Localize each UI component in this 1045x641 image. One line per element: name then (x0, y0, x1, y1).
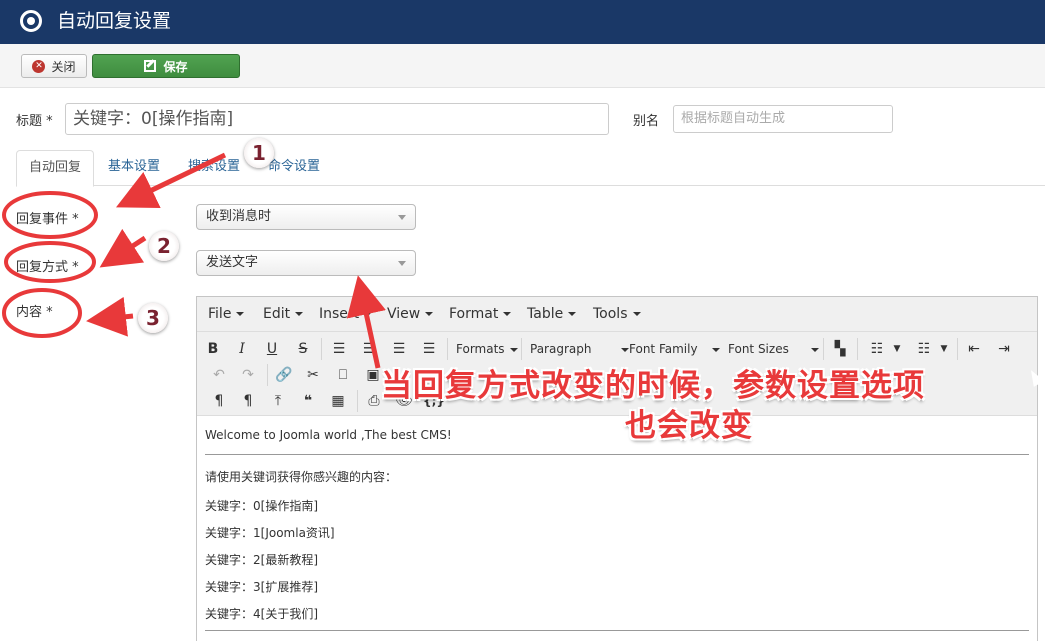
menu-file[interactable]: File (208, 306, 244, 322)
reply-mode-value: 发送文字 (206, 255, 259, 270)
font-family-label: Font Family (629, 342, 698, 356)
editor-content[interactable]: Welcome to Joomla world ,The best CMS! 请… (197, 415, 1037, 641)
chevron-down-icon (398, 261, 406, 266)
paragraph-dropdown[interactable]: Paragraph (530, 339, 630, 359)
title-label: 标题 * (16, 114, 53, 129)
chevron-down-icon (711, 347, 720, 352)
annotation-badge-3: 3 (138, 303, 168, 333)
reply-mode-select[interactable]: 发送文字 (196, 250, 416, 276)
content-label: 内容 * (16, 305, 53, 320)
redo-icon[interactable]: ↷ (236, 365, 260, 385)
toolbar-divider (447, 338, 448, 360)
action-toolbar: ✕ 关闭 保存 (0, 44, 1045, 88)
strikethrough-icon[interactable]: S (291, 339, 315, 359)
chevron-down-icon[interactable]: ▼ (932, 339, 956, 359)
divider (205, 630, 1029, 631)
chevron-down-icon (509, 347, 518, 352)
undo-icon[interactable]: ↶ (207, 365, 231, 385)
keyword-line: 关键字：0[操作指南] (205, 499, 318, 513)
keyword-line: 关键字：3[扩展推荐] (205, 580, 318, 594)
find-replace-icon[interactable]: ▚ (828, 339, 852, 359)
settings-tabs: 自动回复 基本设置 搜索设置 命令设置 (16, 150, 1045, 187)
menu-table[interactable]: Table (527, 306, 576, 322)
italic-icon[interactable]: I (230, 339, 254, 359)
paragraph-label: Paragraph (530, 342, 592, 356)
show-blocks-icon[interactable]: ¶ (236, 391, 260, 411)
toolbar-divider (357, 390, 358, 412)
align-left-icon[interactable]: ☰ (327, 339, 351, 359)
unlink-icon[interactable]: ✂ (301, 365, 325, 385)
menu-format[interactable]: Format (449, 306, 511, 322)
editor-toolbar-row-1: B I U S ☰ ☰ ☰ ☰ Formats Paragraph Font F… (197, 336, 1037, 362)
prompt-text: 请使用关键词获得你感兴趣的内容： (205, 470, 398, 484)
page-title: 自动回复设置 (57, 10, 172, 32)
chevron-down-icon (398, 215, 406, 220)
bookmark-icon[interactable]: ⎕ (331, 365, 355, 385)
font-sizes-label: Font Sizes (728, 342, 789, 356)
toolbar-divider (857, 338, 858, 360)
menu-edit[interactable]: Edit (263, 306, 303, 322)
joomla-target-icon (20, 10, 42, 32)
align-justify-icon[interactable]: ☰ (417, 339, 441, 359)
toolbar-divider (823, 338, 824, 360)
chevron-down-icon[interactable]: ▼ (885, 339, 909, 359)
link-icon[interactable]: 🔗 (272, 365, 296, 385)
toolbar-divider (521, 338, 522, 360)
rich-text-editor: File Edit Insert View Format Table Tools… (196, 296, 1038, 641)
alias-input[interactable]: 根据标题自动生成 (673, 105, 893, 133)
save-label: 保存 (163, 59, 188, 74)
chevron-down-icon (810, 347, 819, 352)
font-family-dropdown[interactable]: Font Family (629, 339, 720, 359)
menu-tools[interactable]: Tools (593, 306, 641, 322)
reply-event-select[interactable]: 收到消息时 (196, 204, 416, 230)
close-label: 关闭 (51, 59, 76, 74)
bold-icon[interactable]: B (201, 339, 225, 359)
underline-icon[interactable]: U (260, 339, 284, 359)
formats-dropdown[interactable]: Formats (456, 339, 518, 359)
paragraph-mark-icon[interactable]: ¶ (207, 391, 231, 411)
reply-event-value: 收到消息时 (206, 209, 272, 224)
pagebreak-icon[interactable]: ▦ (326, 391, 350, 411)
save-button[interactable]: 保存 (92, 54, 240, 78)
reply-mode-label: 回复方式 * (16, 260, 79, 275)
align-right-icon[interactable]: ☰ (387, 339, 411, 359)
keyword-line: 关键字：4[关于我们] (205, 607, 318, 621)
align-center-icon[interactable]: ☰ (357, 339, 381, 359)
close-button[interactable]: ✕ 关闭 (21, 54, 87, 78)
annotation-caption-line-2: 也会改变 (625, 408, 753, 444)
menu-view[interactable]: View (387, 306, 433, 322)
keyword-line: 关键字：2[最新教程] (205, 553, 318, 567)
edit-icon (144, 60, 157, 72)
arrow-2 (99, 228, 147, 268)
toolbar-divider (267, 364, 268, 386)
annotation-caption-line-1: 当回复方式改变的时候，参数设置选项 (381, 368, 925, 404)
outdent-icon[interactable]: ⇤ (962, 339, 986, 359)
font-sizes-dropdown[interactable]: Font Sizes (728, 339, 819, 359)
tab-basic-settings[interactable]: 基本设置 (96, 150, 172, 186)
editor-menubar: File Edit Insert View Format Table Tools (197, 297, 1037, 332)
alias-label: 别名 (633, 114, 660, 129)
intro-text: Welcome to Joomla world ,The best CMS! (205, 428, 452, 442)
tab-search-settings[interactable]: 搜索设置 (176, 150, 252, 186)
indent-icon[interactable]: ⇥ (992, 339, 1016, 359)
reply-event-label: 回复事件 * (16, 212, 79, 227)
tab-auto-reply[interactable]: 自动回复 (16, 150, 95, 187)
keyword-line: 关键字：1[Joomla资讯] (205, 526, 335, 540)
arrow-3 (86, 296, 134, 337)
annotation-badge-1: 1 (244, 138, 274, 168)
divider (205, 454, 1029, 455)
toolbar-divider (321, 338, 322, 360)
menu-insert[interactable]: Insert (319, 306, 372, 322)
title-input[interactable]: 关键字：0[操作指南] (65, 103, 609, 135)
insert-icon[interactable]: ⤒ (266, 391, 290, 411)
annotation-badge-2: 2 (149, 231, 179, 261)
formats-label: Formats (456, 342, 505, 356)
close-icon: ✕ (32, 59, 46, 73)
app-header: 自动回复设置 (0, 0, 1045, 44)
toolbar-divider (957, 338, 958, 360)
blockquote-icon[interactable]: ❝ (296, 391, 320, 411)
